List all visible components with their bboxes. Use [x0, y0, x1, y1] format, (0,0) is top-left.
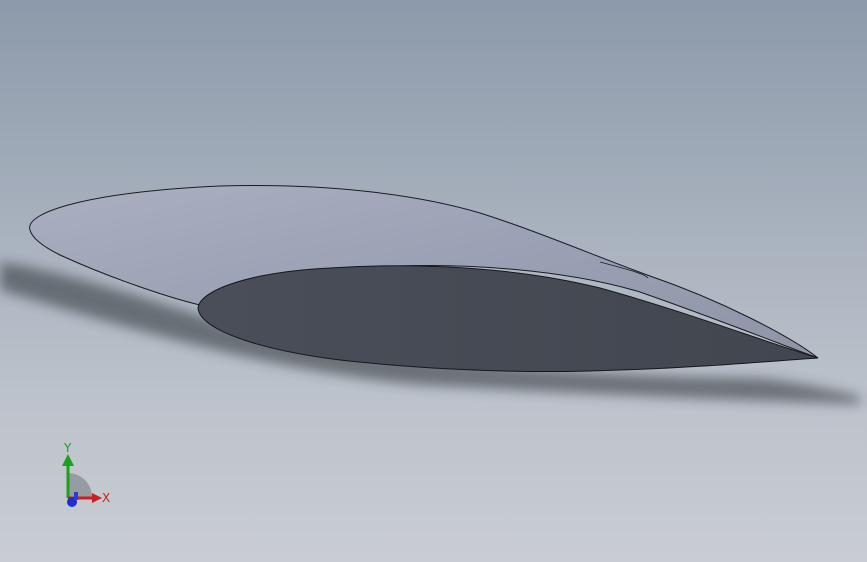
reference-triad[interactable]: Y X	[48, 440, 118, 515]
y-axis-arrow-icon	[62, 454, 74, 466]
triad-plane-disc	[68, 473, 92, 497]
airfoil-model[interactable]	[0, 0, 867, 562]
x-axis-arrow-icon	[92, 493, 102, 503]
x-axis-label: X	[102, 491, 110, 505]
z-axis-stub	[74, 492, 78, 500]
y-axis-label: Y	[63, 441, 72, 455]
graphics-viewport[interactable]: Y X	[0, 0, 867, 562]
